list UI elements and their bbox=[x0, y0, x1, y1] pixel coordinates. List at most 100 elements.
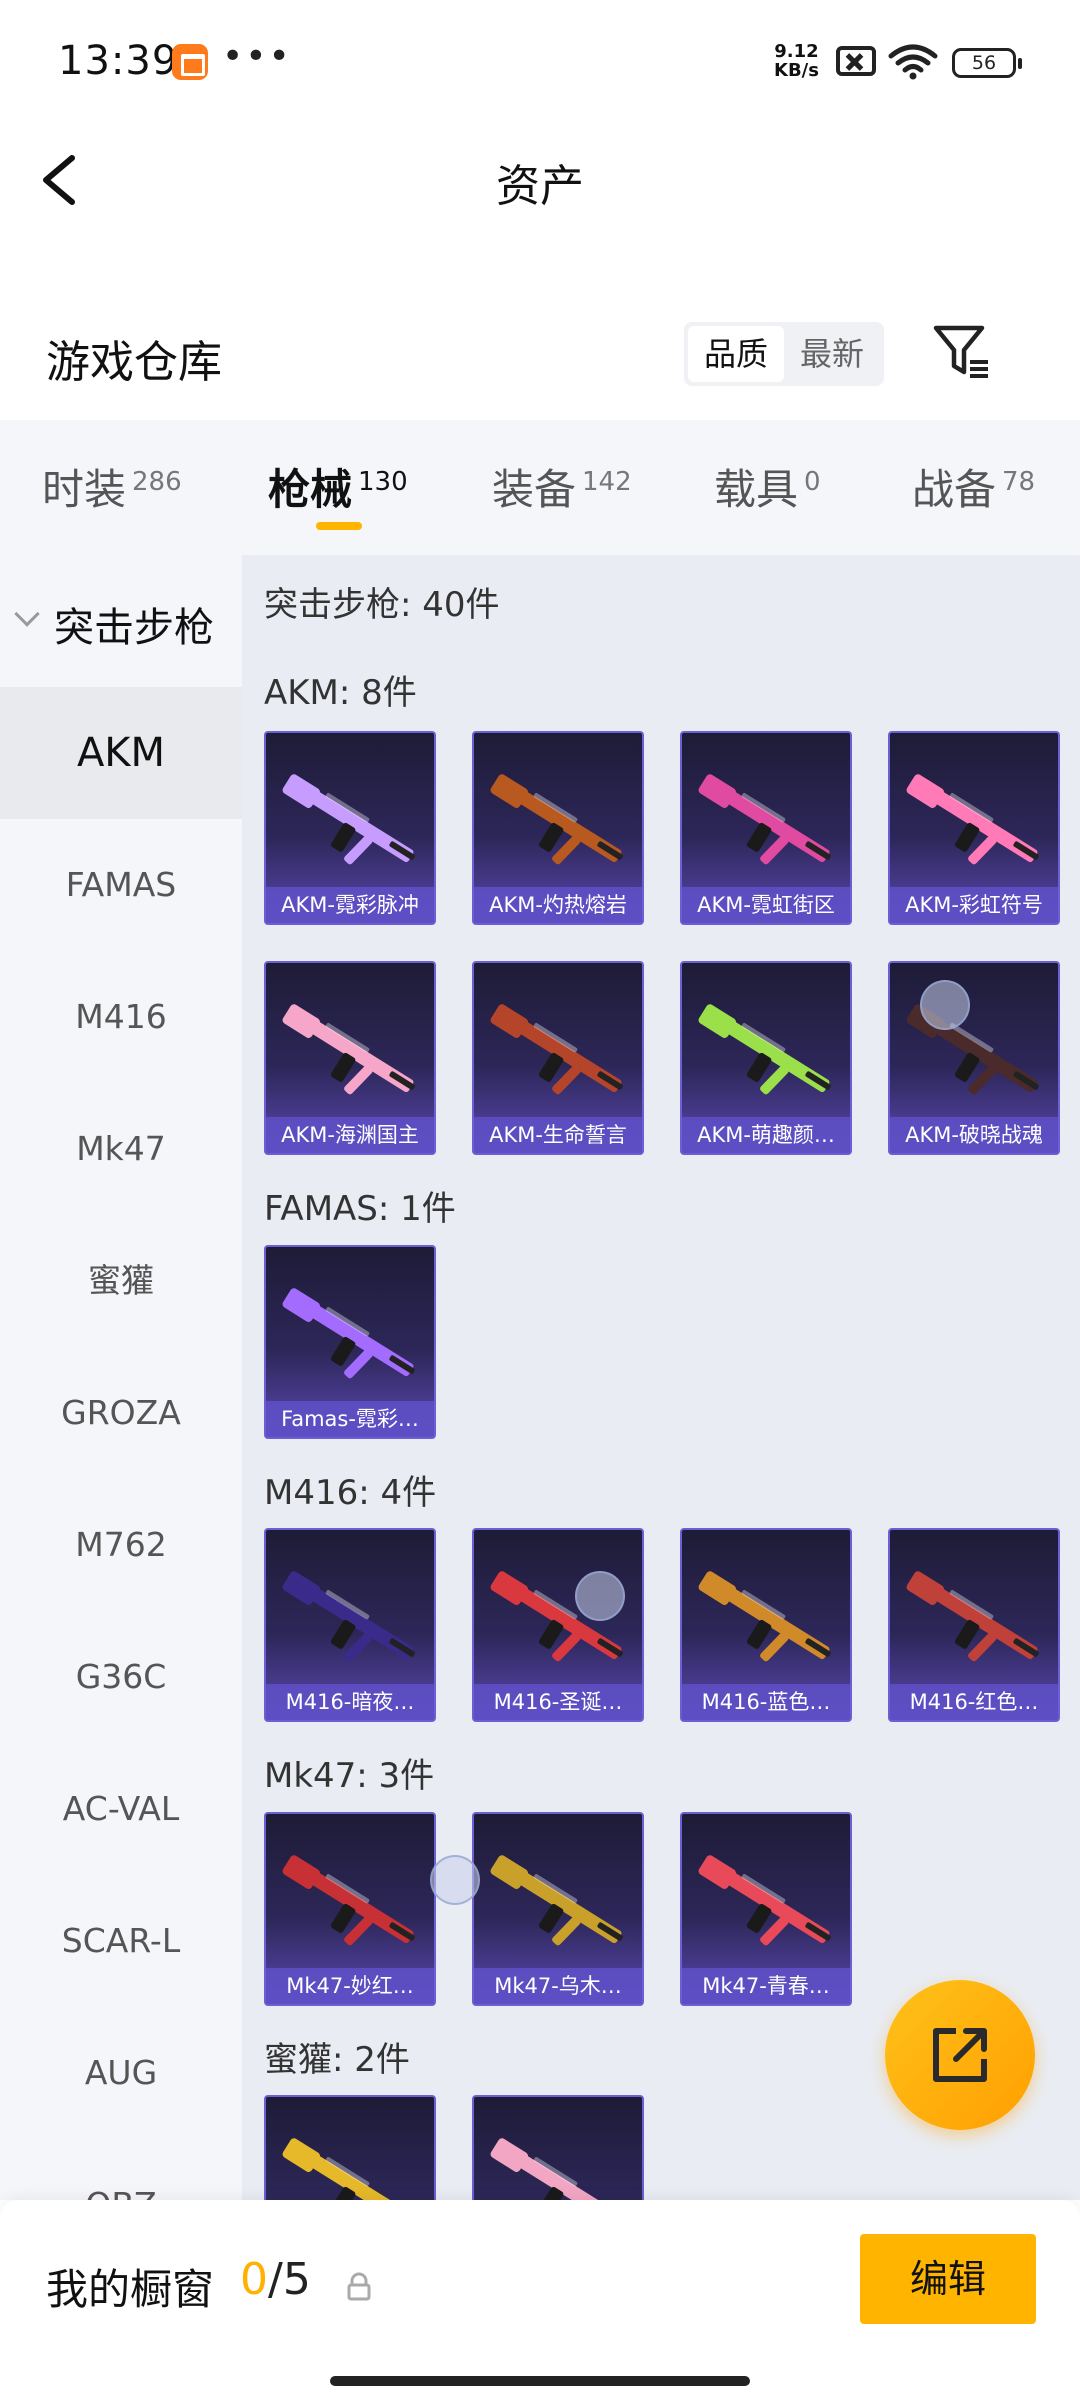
rifle-skin-icon bbox=[282, 1004, 415, 1095]
app-notification-icon bbox=[172, 44, 208, 80]
showcase-bar: 我的橱窗 0/5 编辑 bbox=[0, 2200, 1080, 2400]
showcase-count-total: /5 bbox=[268, 2254, 311, 2305]
weapon-type-sidebar: 突击步枪 AKM FAMAS M416 Mk47 蜜獾 GROZA M762 G… bbox=[0, 555, 242, 2200]
sidebar-category-label: 突击步枪 bbox=[54, 605, 214, 651]
showcase-count: 0/5 bbox=[240, 2254, 311, 2305]
filter-icon bbox=[933, 325, 988, 378]
sidebar-item-akm[interactable]: AKM bbox=[0, 687, 242, 819]
showcase-count-current: 0 bbox=[240, 2254, 268, 2305]
sidebar-item-mk47[interactable]: Mk47 bbox=[0, 1083, 242, 1215]
chevron-down-icon bbox=[14, 601, 40, 627]
wifi-icon bbox=[888, 44, 938, 80]
group-title-m416: M416: 4件 bbox=[264, 1473, 437, 1513]
status-bar: 13:39 ••• 9.12 KB/s 56 bbox=[0, 0, 1080, 130]
external-link-icon bbox=[933, 2028, 987, 2082]
item-card[interactable]: M416-暗夜… bbox=[264, 1528, 436, 1722]
network-speed-unit: KB/s bbox=[774, 60, 819, 81]
item-card[interactable]: M416-蓝色… bbox=[680, 1528, 852, 1722]
item-name: AKM-霓虹街区 bbox=[682, 887, 850, 923]
item-name: AKM-破晓战魂 bbox=[890, 1117, 1058, 1153]
tab-count: 78 bbox=[1002, 467, 1036, 497]
sidebar-item-famas[interactable]: FAMAS bbox=[0, 819, 242, 951]
sort-newest-button[interactable]: 最新 bbox=[784, 326, 880, 382]
item-card[interactable]: Famas-霓彩… bbox=[264, 1245, 436, 1439]
item-card[interactable] bbox=[472, 2095, 644, 2200]
tab-supplies[interactable]: 战备 78 bbox=[912, 456, 1035, 517]
tab-label: 枪械 bbox=[268, 465, 353, 514]
item-card[interactable]: M416-圣诞… bbox=[472, 1528, 644, 1722]
tab-label: 战备 bbox=[912, 465, 997, 514]
sidebar-category-assault-rifles[interactable]: 突击步枪 bbox=[0, 555, 242, 687]
sidebar-item-g36c[interactable]: G36C bbox=[0, 1611, 242, 1743]
sort-quality-button[interactable]: 品质 bbox=[688, 326, 784, 382]
edit-button[interactable]: 编辑 bbox=[860, 2234, 1036, 2324]
back-button[interactable] bbox=[30, 148, 90, 212]
sidebar-item-aug[interactable]: AUG bbox=[0, 2007, 242, 2139]
item-card[interactable]: Mk47-乌木… bbox=[472, 1812, 644, 2006]
item-card[interactable]: Mk47-青春… bbox=[680, 1812, 852, 2006]
category-tabs: 时装 286 枪械 130 装备 142 载具 0 战备 78 bbox=[0, 420, 1080, 555]
item-name: AKM-灼热熔岩 bbox=[474, 887, 642, 923]
item-name: M416-蓝色… bbox=[682, 1684, 850, 1720]
item-card[interactable]: AKM-海渊国主 bbox=[264, 961, 436, 1155]
section-total: 突击步枪: 40件 bbox=[264, 585, 500, 625]
page-title: 资产 bbox=[496, 161, 584, 212]
rifle-skin-icon bbox=[282, 774, 415, 865]
item-name: Famas-霓彩… bbox=[266, 1401, 434, 1437]
more-notifications-icon: ••• bbox=[222, 36, 292, 77]
rifle-skin-icon bbox=[282, 1571, 415, 1662]
rifle-skin-icon bbox=[282, 1288, 415, 1379]
item-name: Mk47-乌木… bbox=[474, 1968, 642, 2004]
chevron-left-icon bbox=[43, 155, 75, 205]
rifle-skin-icon bbox=[490, 1855, 623, 1946]
item-card[interactable]: AKM-彩虹符号 bbox=[888, 731, 1060, 925]
sidebar-item-m762[interactable]: M762 bbox=[0, 1479, 242, 1611]
touch-indicator bbox=[920, 980, 970, 1030]
item-card[interactable]: AKM-霓彩脉冲 bbox=[264, 731, 436, 925]
tab-fashion[interactable]: 时装 286 bbox=[42, 456, 182, 517]
sidebar-item-qbz[interactable]: QBZ bbox=[0, 2139, 242, 2200]
item-card[interactable] bbox=[264, 2095, 436, 2200]
tab-label: 时装 bbox=[42, 465, 127, 514]
battery-icon: 56 bbox=[952, 48, 1022, 78]
filter-button[interactable] bbox=[932, 320, 992, 384]
share-fab-button[interactable] bbox=[885, 1980, 1035, 2130]
rifle-skin-icon bbox=[490, 1004, 623, 1095]
status-time: 13:39 bbox=[58, 38, 179, 84]
sidebar-item-ac-val[interactable]: AC-VAL bbox=[0, 1743, 242, 1875]
rifle-skin-icon bbox=[698, 1004, 831, 1095]
warehouse-title: 游戏仓库 bbox=[46, 337, 222, 388]
rifle-skin-icon bbox=[282, 2138, 414, 2200]
item-card[interactable]: AKM-萌趣颜… bbox=[680, 961, 852, 1155]
item-card[interactable]: Mk47-妙红… bbox=[264, 1812, 436, 2006]
group-title-honey-badger: 蜜獾: 2件 bbox=[264, 2040, 410, 2080]
item-name: AKM-霓彩脉冲 bbox=[266, 887, 434, 923]
tab-count: 142 bbox=[582, 467, 632, 497]
rifle-skin-icon bbox=[698, 1855, 831, 1946]
item-name: M416-圣诞… bbox=[474, 1684, 642, 1720]
rifle-skin-icon bbox=[698, 1571, 831, 1662]
tab-count: 286 bbox=[132, 467, 182, 497]
tab-vehicles[interactable]: 载具 0 bbox=[714, 456, 821, 517]
sidebar-item-groza[interactable]: GROZA bbox=[0, 1347, 242, 1479]
item-card[interactable]: AKM-破晓战魂 bbox=[888, 961, 1060, 1155]
item-card[interactable]: AKM-生命誓言 bbox=[472, 961, 644, 1155]
item-name: AKM-萌趣颜… bbox=[682, 1117, 850, 1153]
item-card[interactable]: M416-红色… bbox=[888, 1528, 1060, 1722]
tab-firearms[interactable]: 枪械 130 bbox=[268, 456, 408, 517]
item-card[interactable]: AKM-霓虹街区 bbox=[680, 731, 852, 925]
sidebar-item-m416[interactable]: M416 bbox=[0, 951, 242, 1083]
item-card[interactable]: AKM-灼热熔岩 bbox=[472, 731, 644, 925]
sidebar-item-honey-badger[interactable]: 蜜獾 bbox=[0, 1215, 242, 1347]
sidebar-item-scar-l[interactable]: SCAR-L bbox=[0, 1875, 242, 2007]
active-tab-indicator bbox=[316, 522, 362, 530]
item-grid-panel: 突击步枪: 40件 AKM: 8件 FAMAS: 1件 M416: 4件 Mk4… bbox=[242, 555, 1080, 2200]
rifle-skin-icon bbox=[282, 1855, 415, 1946]
touch-indicator bbox=[430, 1855, 480, 1905]
tab-equipment[interactable]: 装备 142 bbox=[492, 456, 632, 517]
tab-count: 0 bbox=[804, 467, 821, 497]
item-name: AKM-生命誓言 bbox=[474, 1117, 642, 1153]
lock-icon bbox=[347, 2272, 371, 2301]
rifle-skin-icon bbox=[490, 2138, 622, 2200]
rifle-skin-icon bbox=[490, 774, 623, 865]
